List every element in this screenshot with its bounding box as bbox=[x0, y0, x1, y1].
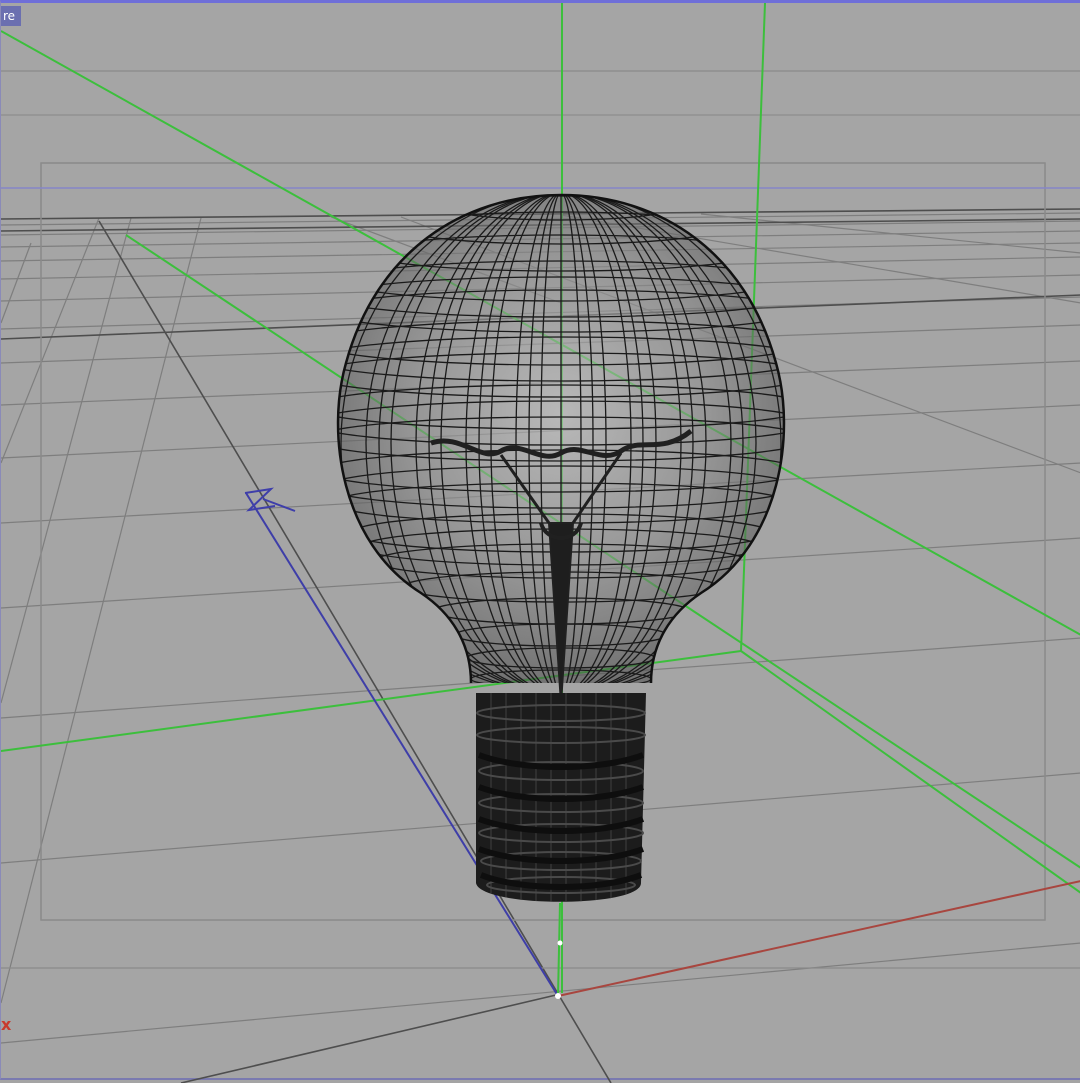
x-axis-label: x bbox=[1, 1015, 12, 1034]
3d-viewport[interactable]: re x bbox=[0, 0, 1080, 1083]
z-axis-glyph bbox=[244, 487, 296, 512]
viewport-scene[interactable] bbox=[1, 3, 1080, 1083]
light-bulb-mesh[interactable] bbox=[311, 183, 811, 903]
x-axis-line bbox=[557, 880, 1080, 997]
screw-base bbox=[476, 693, 646, 902]
y-axis-line bbox=[557, 902, 561, 997]
